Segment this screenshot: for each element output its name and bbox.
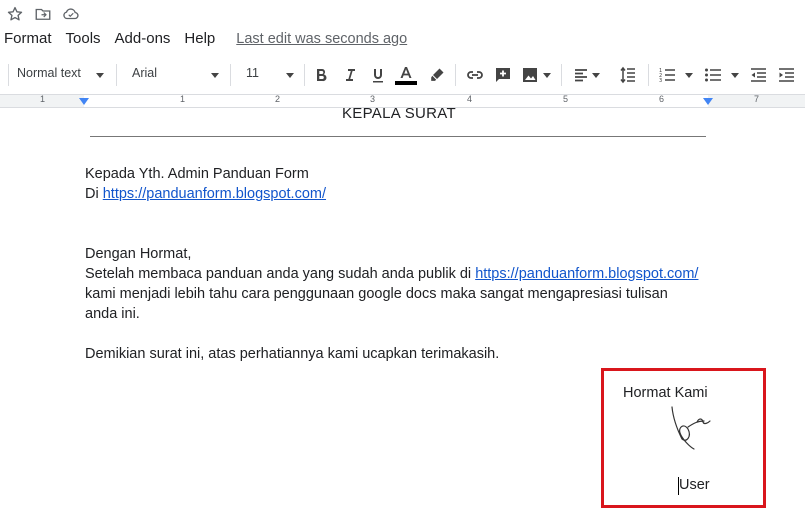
star-icon[interactable] (6, 5, 24, 28)
signer-name: User (679, 477, 710, 493)
recipient-prefix: Di (85, 186, 103, 202)
ruler-number: 7 (754, 94, 760, 104)
add-comment-icon[interactable] (492, 64, 514, 86)
paragraph-style-select[interactable]: Normal text (17, 66, 81, 80)
increase-indent-icon[interactable] (775, 64, 797, 86)
body-line-3: anda ini. (85, 306, 140, 322)
text-color-swatch (395, 80, 417, 85)
underline-icon[interactable] (367, 64, 389, 86)
toolbar-divider (561, 64, 562, 86)
chevron-down-icon[interactable] (286, 73, 294, 78)
menu-format[interactable]: Format (4, 30, 52, 47)
sign-closing-text: Hormat Kami (623, 385, 708, 401)
formatting-toolbar: Normal text Arial 11 123 (0, 60, 805, 90)
recipient-address-line: Di https://panduanform.blogspot.com/ (85, 184, 326, 204)
signature-image[interactable] (664, 403, 712, 451)
toolbar-divider (648, 64, 649, 86)
move-to-folder-icon[interactable] (34, 5, 52, 28)
bulleted-list-icon[interactable] (702, 64, 724, 86)
menu-help[interactable]: Help (184, 30, 215, 47)
ruler-number: 3 (370, 94, 376, 104)
body-line-2: kami menjadi lebih tahu cara penggunaan … (85, 286, 668, 302)
menu-add-ons[interactable]: Add-ons (115, 30, 171, 47)
ruler-number: 2 (275, 94, 281, 104)
closing-text: Demikian surat ini, atas perhatiannya ka… (85, 346, 500, 362)
italic-icon[interactable] (339, 64, 361, 86)
font-select[interactable]: Arial (132, 66, 157, 80)
insert-link-icon[interactable] (464, 64, 486, 86)
toolbar-divider (8, 64, 9, 86)
chevron-down-icon[interactable] (96, 73, 104, 78)
horizontal-line (90, 136, 706, 137)
greeting-text: Dengan Hormat, (85, 246, 192, 262)
letter-heading: KEPALA SURAT (342, 105, 456, 122)
last-edit-link[interactable]: Last edit was seconds ago (236, 31, 407, 47)
menu-tools[interactable]: Tools (66, 30, 101, 47)
body-line-1: Setelah membaca panduan anda yang sudah … (85, 264, 698, 284)
title-icon-bar (6, 5, 80, 28)
body-link[interactable]: https://panduanform.blogspot.com/ (475, 266, 698, 282)
recipient-link[interactable]: https://panduanform.blogspot.com/ (103, 186, 326, 202)
cloud-saved-icon[interactable] (62, 5, 80, 28)
toolbar-divider (116, 64, 117, 86)
toolbar-divider (304, 64, 305, 86)
chevron-down-icon[interactable] (592, 73, 600, 78)
chevron-down-icon[interactable] (211, 73, 219, 78)
line-spacing-icon[interactable] (617, 64, 639, 86)
ruler-number: 5 (563, 94, 569, 104)
recipient-line: Kepada Yth. Admin Panduan Form (85, 166, 309, 182)
body-text: Setelah membaca panduan anda yang sudah … (85, 266, 476, 282)
align-left-icon[interactable] (570, 64, 592, 86)
bold-icon[interactable] (310, 64, 332, 86)
highlight-pen-icon[interactable] (426, 64, 448, 86)
ruler-number: 4 (467, 94, 473, 104)
menu-bar: Format Tools Add-ons Help Last edit was … (4, 30, 407, 47)
chevron-down-icon[interactable] (731, 73, 739, 78)
ruler-number: 1 (40, 94, 46, 104)
document-page[interactable]: KEPALA SURAT Kepada Yth. Admin Panduan F… (0, 105, 805, 527)
left-indent-marker[interactable] (79, 98, 89, 105)
numbered-list-icon[interactable]: 123 (656, 64, 678, 86)
svg-text:3: 3 (659, 78, 662, 84)
font-size-select[interactable]: 11 (246, 66, 259, 80)
insert-image-icon[interactable] (519, 64, 541, 86)
chevron-down-icon[interactable] (543, 73, 551, 78)
ruler-number: 6 (659, 94, 665, 104)
toolbar-divider (455, 64, 456, 86)
chevron-down-icon[interactable] (685, 73, 693, 78)
right-indent-marker[interactable] (703, 98, 713, 105)
decrease-indent-icon[interactable] (747, 64, 769, 86)
text-color-icon[interactable] (395, 64, 417, 86)
toolbar-divider (230, 64, 231, 86)
ruler-number: 1 (180, 94, 186, 104)
